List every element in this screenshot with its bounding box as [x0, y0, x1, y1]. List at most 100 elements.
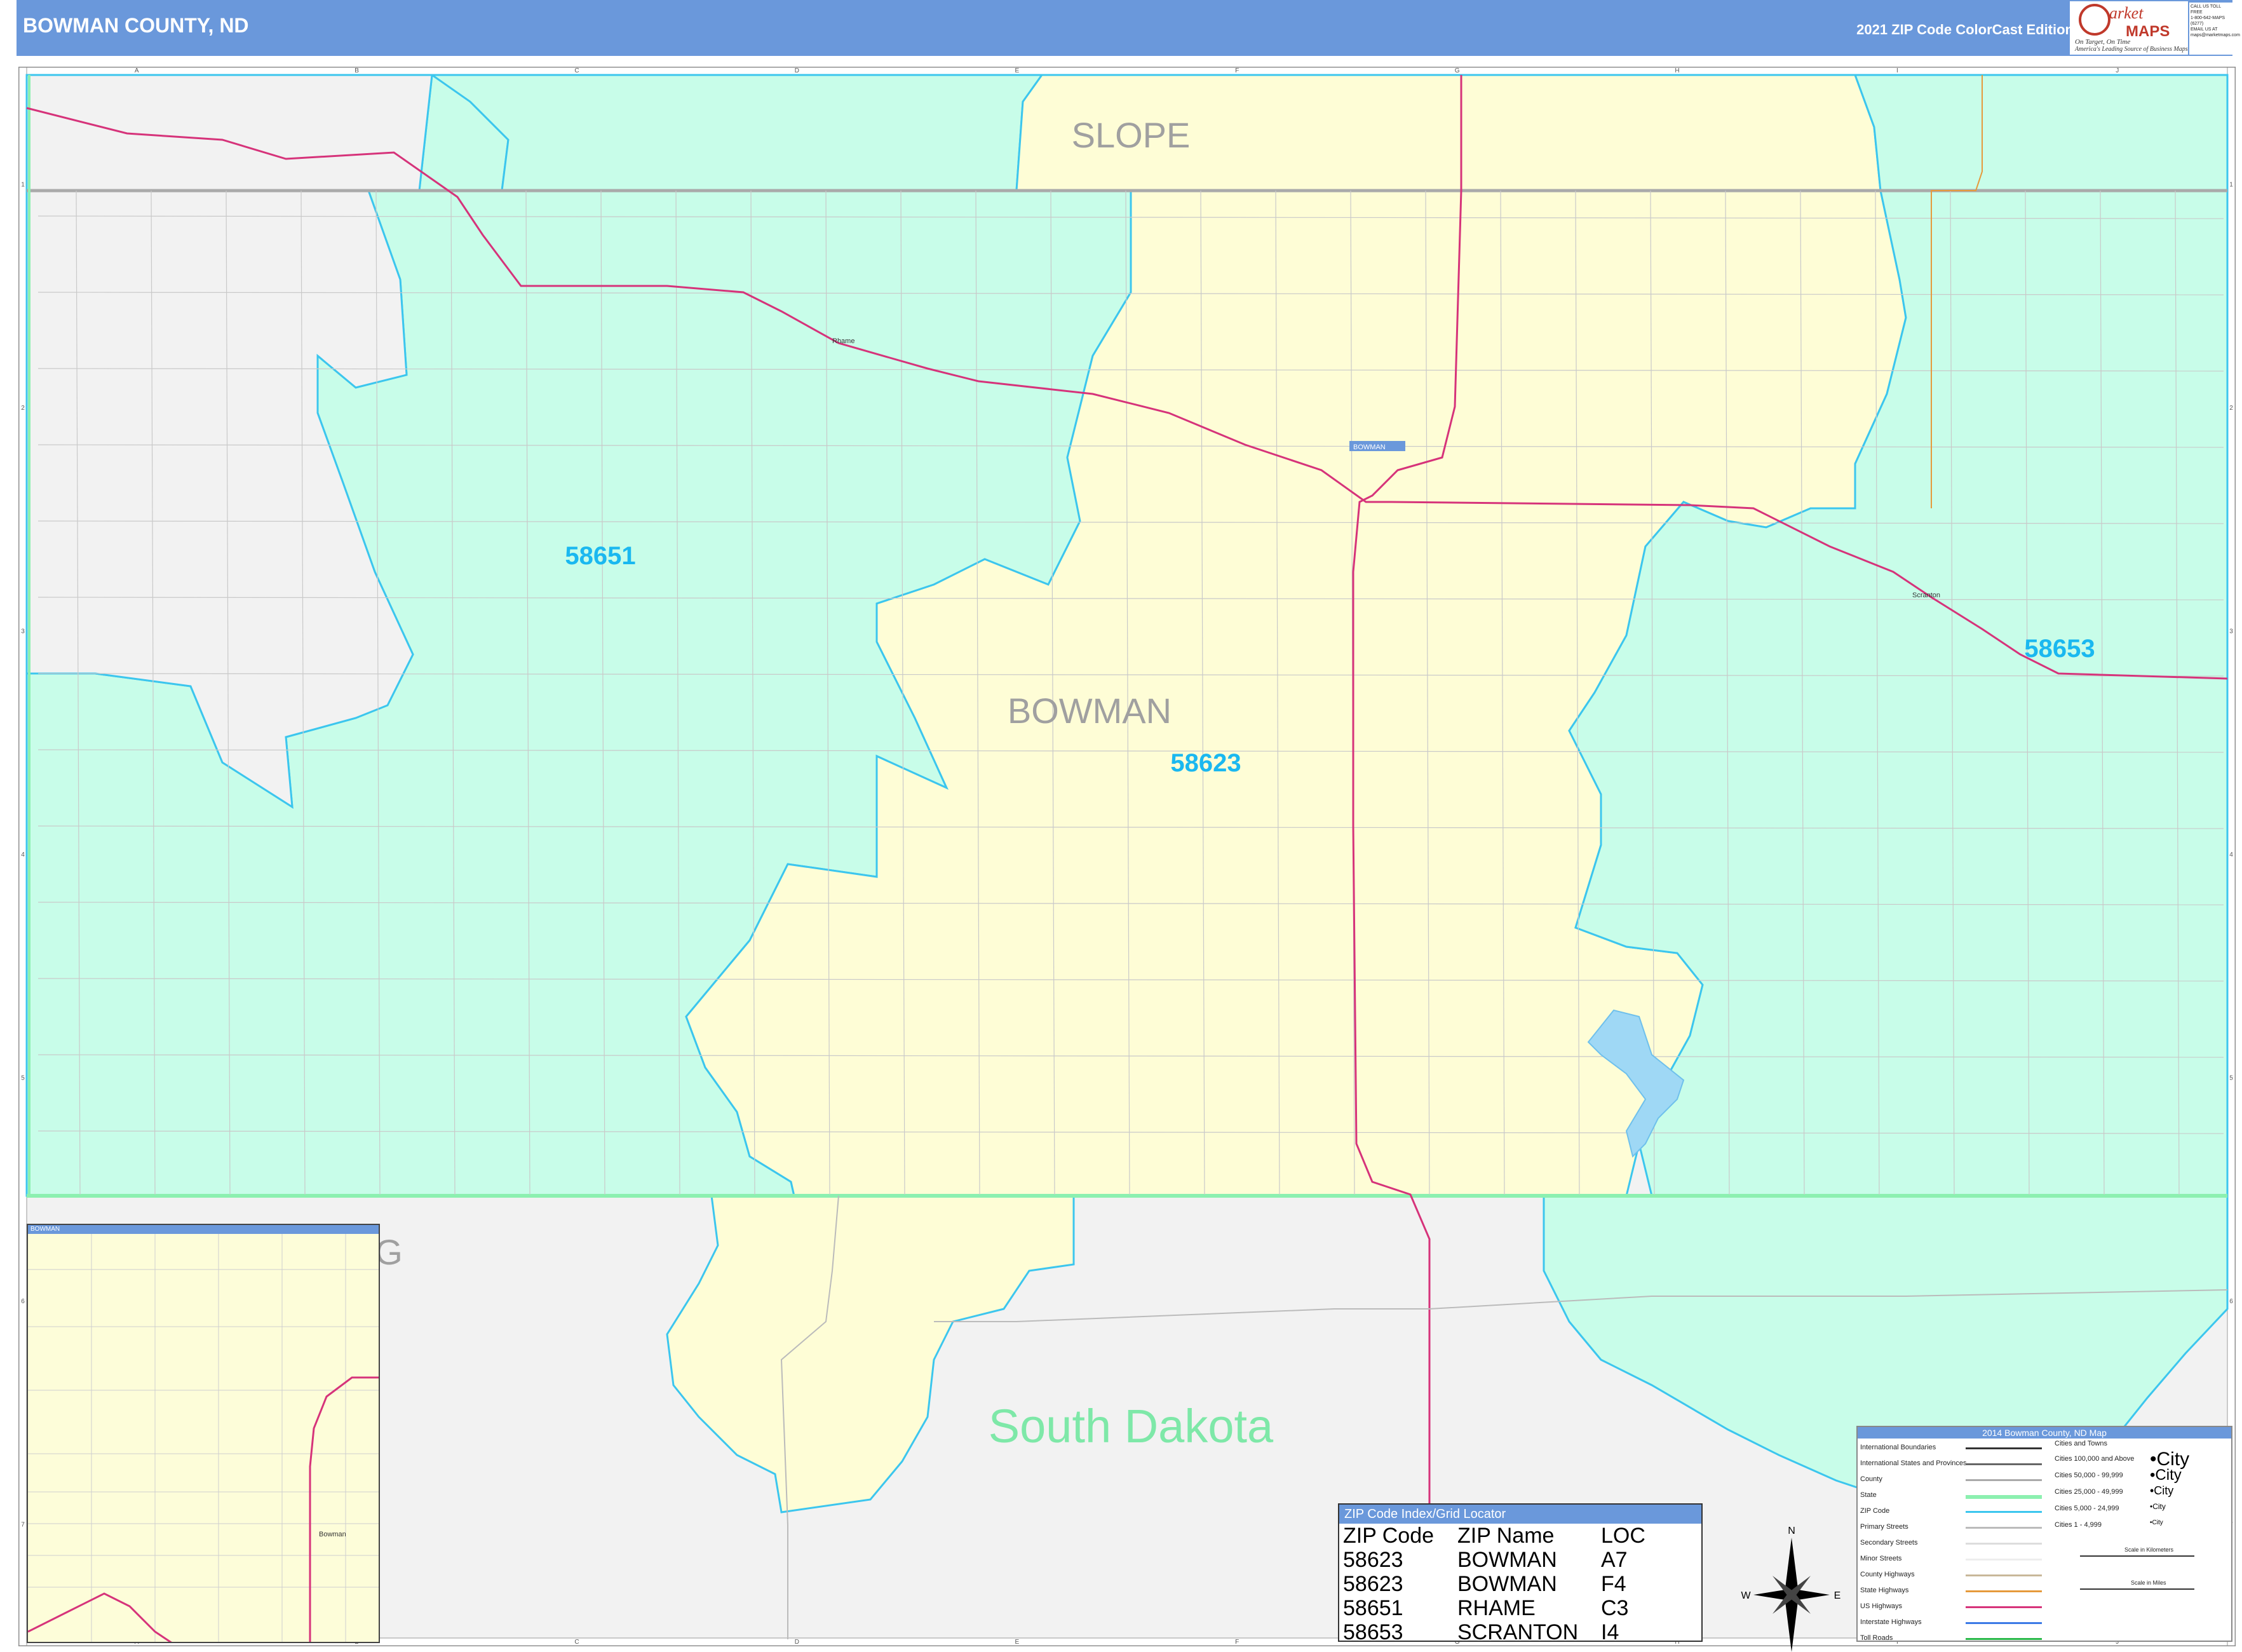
legend-city-class: Cities 100,000 and Above — [2055, 1455, 2135, 1463]
state-label-south-dakota: South Dakota — [989, 1400, 1274, 1452]
grid-column-label: C — [574, 67, 579, 74]
legend-item-swatch — [1966, 1559, 2042, 1561]
inset-svg: Bowman — [28, 1234, 379, 1642]
zip-index-title: ZIP Code Index/Grid Locator — [1339, 1505, 1701, 1524]
grid-column-label: D — [795, 67, 799, 74]
legend-item-swatch — [1966, 1606, 2042, 1608]
zip-area-north-strip[interactable] — [429, 74, 1044, 192]
grid-column-label: J — [2116, 67, 2119, 74]
grid-row-label: 1 — [21, 182, 25, 189]
map-legend: 2014 Bowman County, ND Map International… — [1856, 1426, 2232, 1642]
legend-item-swatch — [1966, 1574, 2042, 1576]
legend-item-label: County Highways — [1860, 1571, 1915, 1578]
legend-item-swatch — [1966, 1622, 2042, 1624]
zip-index-table: ZIP Code Index/Grid Locator ZIP Code ZIP… — [1338, 1503, 1703, 1644]
grid-row-label: 5 — [21, 1074, 25, 1081]
inset-map-bowman[interactable]: BOWMAN Bowman — [27, 1224, 380, 1643]
legend-item-label: Minor Streets — [1860, 1555, 1902, 1562]
grid-column-label: G — [1455, 67, 1460, 74]
legend-scale-bar — [2080, 1555, 2194, 1557]
legend-item-label: State Highways — [1860, 1587, 1909, 1594]
legend-title: 2014 Bowman County, ND Map — [1858, 1427, 2231, 1439]
county-label-bowman: BOWMAN — [1008, 691, 1172, 731]
zip-name-cell: BOWMAN — [1457, 1548, 1557, 1572]
legend-item-label: International Boundaries — [1860, 1444, 1936, 1451]
legend-city-sample: •City — [2150, 1484, 2174, 1497]
legend-item-swatch — [1966, 1479, 2042, 1481]
grid-row-label: 1 — [2229, 182, 2233, 189]
compass-n: N — [1788, 1526, 1795, 1536]
legend-city-sample: •City — [2150, 1466, 2182, 1484]
zip-label-58651: 58651 — [565, 542, 635, 570]
zip-name-cell: BOWMAN — [1457, 1572, 1557, 1596]
legend-item-label: International States and Provinces — [1860, 1459, 1967, 1467]
zip-index-header-row: ZIP Code ZIP Name LOC — [1342, 1524, 1647, 1548]
grid-row-label: 6 — [21, 1298, 25, 1305]
legend-item-label: State — [1860, 1491, 1877, 1499]
grid-column-label: I — [1896, 67, 1898, 74]
legend-cities-header: Cities and Towns — [2055, 1440, 2107, 1447]
grid-column-label: F — [1235, 67, 1239, 74]
legend-item-swatch — [1966, 1543, 2042, 1545]
legend-item-swatch — [1966, 1495, 2042, 1499]
city-label-rhame: Rhame — [832, 337, 854, 345]
legend-city-class: Cities 50,000 - 99,999 — [2055, 1472, 2123, 1479]
legend-item-label: County — [1860, 1475, 1882, 1483]
legend-item-label: Primary Streets — [1860, 1523, 1908, 1531]
grid-row-label: 6 — [2229, 1298, 2233, 1305]
grid-column-label: C — [574, 1639, 579, 1646]
table-row: 58623 BOWMAN F4 — [1342, 1572, 1647, 1596]
loc-cell: I4 — [1601, 1620, 1619, 1644]
zip-label-58653: 58653 — [2024, 635, 2095, 663]
zip-index-header: ZIP Code — [1343, 1524, 1435, 1548]
table-row: 58653 SCRANTON I4 — [1342, 1620, 1647, 1644]
zip-cell: 58653 — [1343, 1620, 1403, 1644]
grid-top-ruler — [18, 67, 2236, 76]
table-row: 58623 BOWMAN A7 — [1342, 1548, 1647, 1572]
table-row: 58651 RHAME C3 — [1342, 1596, 1647, 1620]
legend-item-swatch — [1966, 1527, 2042, 1529]
zip-label-58623: 58623 — [1170, 749, 1241, 777]
loc-cell: A7 — [1601, 1548, 1628, 1572]
legend-item-label: Secondary Streets — [1860, 1539, 1918, 1547]
city-label-bowman: BOWMAN — [1353, 443, 1386, 451]
compass-e: E — [1834, 1590, 1841, 1601]
grid-column-label: B — [355, 67, 359, 74]
zip-name-cell: RHAME — [1457, 1596, 1536, 1620]
legend-scale-bar — [2080, 1588, 2194, 1590]
zip-name-cell: SCRANTON — [1457, 1620, 1579, 1644]
legend-city-class: Cities 5,000 - 24,999 — [2055, 1505, 2119, 1512]
legend-item-label: Interstate Highways — [1860, 1618, 1922, 1626]
grid-row-label: 2 — [2229, 405, 2233, 412]
legend-item-swatch — [1966, 1463, 2042, 1465]
legend-item-label: US Highways — [1860, 1602, 1903, 1610]
legend-item-label: ZIP Code — [1860, 1507, 1890, 1515]
county-label-slope: SLOPE — [1072, 115, 1191, 155]
grid-row-label: 3 — [21, 628, 25, 635]
grid-row-label: 2 — [21, 405, 25, 412]
city-label-scranton: Scranton — [1912, 592, 1940, 599]
legend-item-swatch — [1966, 1590, 2042, 1592]
loc-cell: C3 — [1601, 1596, 1629, 1620]
grid-row-label: 4 — [2229, 851, 2233, 858]
inset-city-bowman: Bowman — [319, 1531, 346, 1538]
legend-city-sample: •City — [2150, 1519, 2163, 1526]
legend-scale-mi: Scale in Miles — [2131, 1580, 2166, 1586]
legend-item-swatch — [1966, 1638, 2042, 1640]
zip-index-grid: ZIP Code ZIP Name LOC 58623 BOWMAN A7 58… — [1342, 1524, 1647, 1644]
legend-city-sample: •City — [2150, 1502, 2166, 1511]
zip-index-header: LOC — [1601, 1524, 1645, 1548]
grid-column-label: H — [1675, 67, 1679, 74]
legend-city-class: Cities 25,000 - 49,999 — [2055, 1488, 2123, 1496]
grid-column-label: E — [1015, 67, 1019, 74]
zip-cell: 58651 — [1343, 1596, 1403, 1620]
grid-row-label: 3 — [2229, 628, 2233, 635]
grid-column-label: D — [795, 1639, 799, 1646]
zip-cell: 58623 — [1343, 1548, 1403, 1572]
loc-cell: F4 — [1601, 1572, 1626, 1596]
legend-city-class: Cities 1 - 4,999 — [2055, 1521, 2102, 1529]
zip-index-header: ZIP Name — [1457, 1524, 1555, 1548]
grid-row-label: 4 — [21, 851, 25, 858]
legend-item-label: Toll Roads — [1860, 1634, 1893, 1642]
legend-item-swatch — [1966, 1511, 2042, 1513]
